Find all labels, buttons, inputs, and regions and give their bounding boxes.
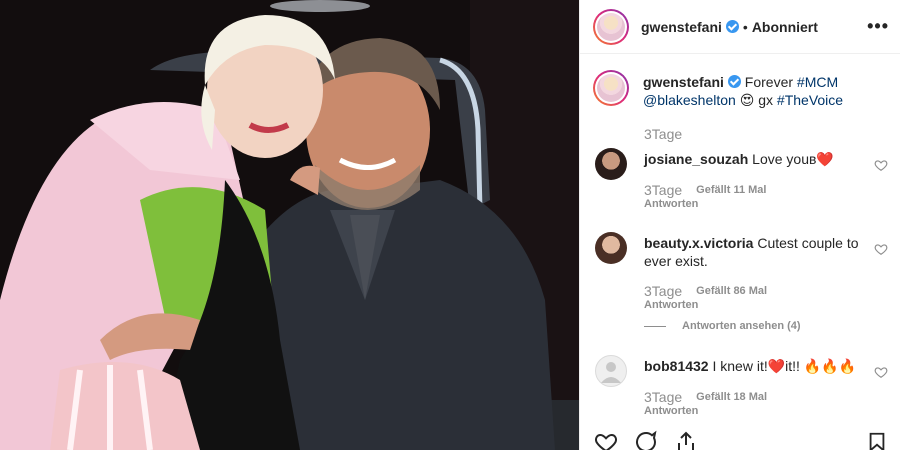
author-username[interactable]: gwenstefani (641, 19, 722, 35)
post-header: gwenstefani • Abonniert ••• (580, 0, 900, 54)
verified-badge-icon (725, 20, 739, 33)
caption-text-1: Forever (744, 74, 794, 90)
commenter-username[interactable]: beauty.x.victoria (644, 235, 753, 251)
comment-meta: 3Tage Gefällt 86 Mal (644, 283, 767, 299)
caption-emoji: 😍 (739, 92, 755, 108)
post-photo[interactable] (0, 0, 579, 450)
hashtag-mcm[interactable]: #MCM (797, 74, 838, 90)
comment-time: 3Tage (644, 389, 683, 405)
heart-icon[interactable] (874, 365, 888, 379)
comment-text: Love youʙ❤️ (752, 151, 834, 167)
commenter-avatar[interactable] (595, 232, 627, 264)
mention-blakeshelton[interactable]: @blakeshelton (643, 92, 736, 108)
comment-icon[interactable] (633, 430, 659, 450)
post-side-panel: gwenstefani • Abonniert ••• gwenstefani … (579, 0, 900, 450)
share-icon[interactable] (673, 430, 699, 450)
hashtag-thevoice[interactable]: #TheVoice (777, 92, 843, 108)
caption-timestamp: 3Tage (644, 126, 683, 142)
comment-body: josiane_souzah Love youʙ❤️ (644, 150, 864, 168)
comment-time: 3Tage (644, 182, 683, 198)
author-avatar[interactable] (593, 8, 629, 45)
comment-meta: 3Tage Gefällt 11 Mal (644, 182, 766, 198)
comment-time: 3Tage (644, 283, 683, 299)
caption-avatar[interactable] (593, 70, 629, 106)
heart-icon[interactable] (874, 158, 888, 172)
comment-likes[interactable]: Gefällt 86 Mal (696, 285, 767, 297)
caption-text-2: gx (758, 92, 774, 108)
comment-text: I knew it!❤️it!! 🔥🔥🔥 (712, 358, 857, 374)
view-replies-label: Antworten ansehen (4) (682, 320, 801, 332)
bookmark-icon[interactable] (866, 430, 888, 450)
comment-body: beauty.x.victoria Cutest couple to ever … (644, 234, 864, 270)
heart-icon[interactable] (874, 242, 888, 256)
reply-button[interactable]: Antworten (644, 405, 698, 417)
caption-text: gwenstefani Forever #MCM @blakeshelton 😍… (643, 73, 843, 109)
reply-button[interactable]: Antworten (644, 198, 698, 210)
like-heart-icon[interactable] (593, 430, 619, 450)
comment-likes[interactable]: Gefällt 18 Mal (696, 391, 767, 403)
caption-username[interactable]: gwenstefani (643, 74, 724, 90)
commenter-username[interactable]: josiane_souzah (644, 151, 748, 167)
commenter-avatar[interactable] (595, 148, 627, 180)
replies-divider (644, 325, 666, 327)
default-avatar-icon (601, 362, 621, 383)
reply-button[interactable]: Antworten (644, 299, 698, 311)
comment-body: bob81432 I knew it!❤️it!! 🔥🔥🔥 (644, 357, 864, 375)
comment-meta: 3Tage Gefällt 18 Mal (644, 389, 767, 405)
header-separator: • (742, 18, 748, 35)
comment-likes[interactable]: Gefällt 11 Mal (696, 184, 766, 196)
post-action-bar (593, 430, 699, 450)
post-image (0, 0, 579, 450)
commenter-username[interactable]: bob81432 (644, 358, 709, 374)
post-caption: gwenstefani Forever #MCM @blakeshelton 😍… (593, 70, 893, 109)
more-options-icon[interactable]: ••• (867, 16, 889, 37)
view-replies-button[interactable]: Antworten ansehen (4) (644, 320, 801, 332)
follow-status-button[interactable]: Abonniert (752, 19, 818, 35)
commenter-avatar[interactable] (595, 355, 627, 387)
verified-badge-icon (727, 75, 741, 88)
